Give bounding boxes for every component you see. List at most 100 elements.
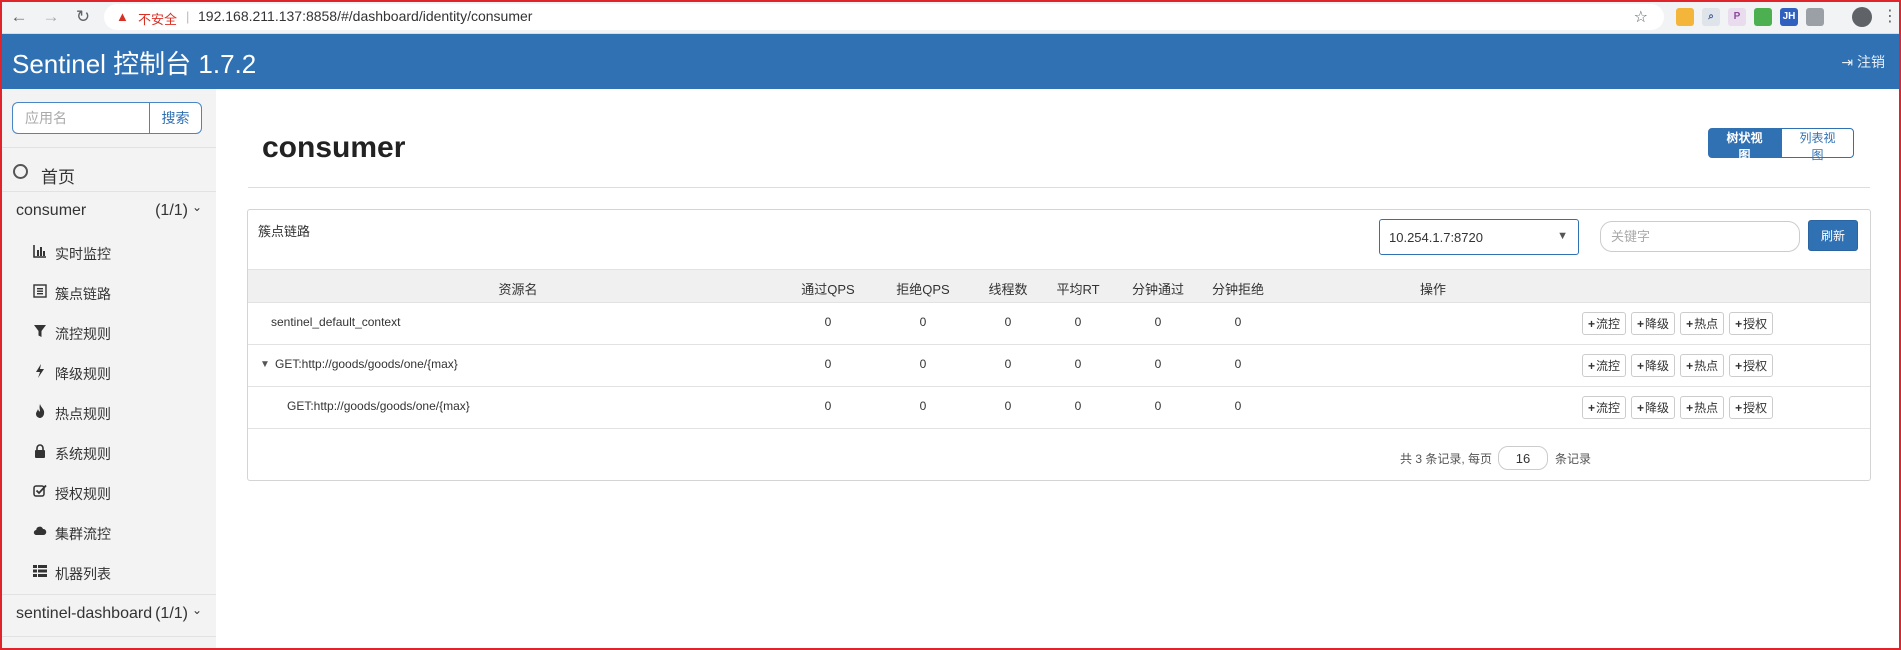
browser-menu-icon[interactable]: ⋮ <box>1882 6 1898 28</box>
minute-block: 0 <box>1234 315 1242 329</box>
extension-jh-icon[interactable]: JH <box>1780 8 1798 26</box>
sidebar-item-identity[interactable]: 簇点链路 <box>0 273 216 313</box>
sidebar-item-metric[interactable]: 实时监控 <box>0 233 216 273</box>
forward-icon[interactable]: → <box>40 6 62 28</box>
sidebar-item-param-flow-rules[interactable]: 热点规则 <box>0 393 216 433</box>
add-hot-param-rule-button[interactable]: +热点 <box>1680 354 1725 377</box>
column-header: 分钟通过 <box>1131 282 1184 297</box>
pagination-total-label: 共 3 条记录, 每页 <box>1400 452 1493 466</box>
table-row: sentinel_default_context 0 0 0 0 0 0 +流控… <box>248 303 1870 345</box>
sidebar-item-label: 簇点链路 <box>55 286 111 302</box>
sidebar-divider <box>0 636 216 637</box>
bookmark-star-icon[interactable]: ☆ <box>1634 7 1648 27</box>
sidebar-item-label: 授权规则 <box>55 486 111 502</box>
column-header: 平均RT <box>1056 282 1100 297</box>
pass-qps: 0 <box>824 357 832 371</box>
sidebar-app-consumer[interactable]: consumer (1/1) ⌄ <box>0 193 216 231</box>
bar-chart-icon <box>33 244 47 258</box>
add-degrade-rule-button[interactable]: +降级 <box>1631 354 1676 377</box>
add-hot-param-rule-button[interactable]: +热点 <box>1680 312 1725 335</box>
lock-icon <box>33 444 47 458</box>
fire-icon <box>33 404 47 418</box>
insecure-label: 不安全 <box>138 12 178 27</box>
extension-spacer <box>1679 8 1697 26</box>
sidebar-item-degrade-rules[interactable]: 降级规则 <box>0 353 216 393</box>
row-actions: +流控 +降级 +热点 +授权 <box>1582 312 1774 335</box>
row-actions: +流控 +降级 +热点 +授权 <box>1582 396 1774 419</box>
address-bar[interactable]: ▲ 不安全 | 192.168.211.137:8858/#/dashboard… <box>104 4 1664 30</box>
title-divider <box>248 187 1870 188</box>
resource-name: GET:http://goods/goods/one/{max} <box>287 399 470 413</box>
sidebar-item-label: 机器列表 <box>55 566 111 582</box>
sidebar-item-home[interactable]: 首页 <box>0 155 216 191</box>
sidebar-divider <box>0 191 216 192</box>
thread-count: 0 <box>1004 399 1012 413</box>
sidebar-item-system-rules[interactable]: 系统规则 <box>0 433 216 473</box>
avg-rt: 0 <box>1074 399 1082 413</box>
keyword-input[interactable] <box>1600 221 1800 252</box>
minute-block: 0 <box>1234 399 1242 413</box>
app-machine-count: (1/1) <box>155 605 188 622</box>
extension-color-icon[interactable] <box>1754 8 1772 26</box>
warning-icon: ▲ <box>116 9 129 24</box>
sidebar-item-label: 降级规则 <box>55 366 111 382</box>
app-header: Sentinel 控制台 1.7.2 ⇥ 注销 <box>0 34 1901 89</box>
refresh-button[interactable]: 刷新 <box>1808 220 1858 251</box>
column-header: 线程数 <box>988 282 1028 297</box>
page-title: consumer <box>262 131 406 164</box>
extension-pdf-icon[interactable]: P <box>1728 8 1746 26</box>
back-icon[interactable]: ← <box>8 6 30 28</box>
url-text[interactable]: 192.168.211.137:8858/#/dashboard/identit… <box>198 8 532 24</box>
list-view-button[interactable]: 列表视图 <box>1781 128 1854 162</box>
reload-icon[interactable]: ↻ <box>72 6 94 28</box>
extension-grey-icon[interactable] <box>1806 8 1824 26</box>
add-degrade-rule-button[interactable]: +降级 <box>1631 312 1676 335</box>
thread-count: 0 <box>1004 315 1012 329</box>
table-row: GET:http://goods/goods/one/{max} 0 0 0 0… <box>248 387 1870 429</box>
extension-search-icon[interactable]: ⌕ <box>1702 8 1720 26</box>
add-degrade-rule-button[interactable]: +降级 <box>1631 396 1676 419</box>
expand-toggle-icon[interactable]: ▼ <box>260 359 270 370</box>
cloud-icon <box>33 524 47 538</box>
add-flow-rule-button[interactable]: +流控 <box>1582 354 1627 377</box>
sidebar-item-label: 系统规则 <box>55 446 111 462</box>
brand-title[interactable]: Sentinel 控制台 1.7.2 <box>12 44 256 81</box>
add-flow-rule-button[interactable]: +流控 <box>1582 396 1627 419</box>
logout-label: 注销 <box>1857 54 1885 70</box>
app-search-input[interactable] <box>12 102 149 134</box>
add-authority-rule-button[interactable]: +授权 <box>1729 396 1774 419</box>
browser-toolbar: ← → ↻ ▲ 不安全 | 192.168.211.137:8858/#/das… <box>0 0 1901 34</box>
sidebar-item-flow-rules[interactable]: 流控规则 <box>0 313 216 353</box>
sidebar-item-label: 首页 <box>41 168 75 187</box>
sidebar-divider <box>0 147 216 148</box>
add-authority-rule-button[interactable]: +授权 <box>1729 312 1774 335</box>
avg-rt: 0 <box>1074 315 1082 329</box>
column-header: 拒绝QPS <box>896 282 950 297</box>
app-machine-count: (1/1) <box>155 202 188 219</box>
sidebar-item-cluster-flow[interactable]: 集群流控 <box>0 513 216 553</box>
add-authority-rule-button[interactable]: +授权 <box>1729 354 1774 377</box>
profile-avatar-icon[interactable] <box>1852 7 1872 27</box>
add-hot-param-rule-button[interactable]: +热点 <box>1680 396 1725 419</box>
tree-view-button[interactable]: 树状视图 <box>1708 128 1781 162</box>
caret-down-icon: ▼ <box>1557 230 1568 242</box>
sidebar-item-label: 实时监控 <box>55 246 111 262</box>
app-search-button[interactable]: 搜索 <box>149 102 202 134</box>
block-qps: 0 <box>919 357 927 371</box>
table-header: 资源名 通过QPS 拒绝QPS 线程数 平均RT 分钟通过 分钟拒绝 操作 <box>248 269 1870 303</box>
column-header: 操作 <box>1419 282 1446 297</box>
sidebar-item-machines[interactable]: 机器列表 <box>0 553 216 593</box>
sidebar-item-label: 集群流控 <box>55 526 111 542</box>
block-qps: 0 <box>919 315 927 329</box>
thread-count: 0 <box>1004 357 1012 371</box>
add-flow-rule-button[interactable]: +流控 <box>1582 312 1627 335</box>
resource-name: GET:http://goods/goods/one/{max} <box>275 357 458 371</box>
machine-select[interactable]: 10.254.1.7:8720 ▼ <box>1379 219 1579 255</box>
resource-panel: 簇点链路 10.254.1.7:8720 ▼ 刷新 资源名 通过QPS 拒绝QP… <box>247 209 1871 481</box>
sidebar-item-authority-rules[interactable]: 授权规则 <box>0 473 216 513</box>
pass-qps: 0 <box>824 399 832 413</box>
sidebar-app-sentinel-dashboard[interactable]: sentinel-dashboard (1/1) ⌄ <box>0 596 216 634</box>
check-square-icon <box>33 484 47 498</box>
page-size-input[interactable] <box>1498 446 1548 470</box>
logout-button[interactable]: ⇥ 注销 <box>1841 52 1885 72</box>
